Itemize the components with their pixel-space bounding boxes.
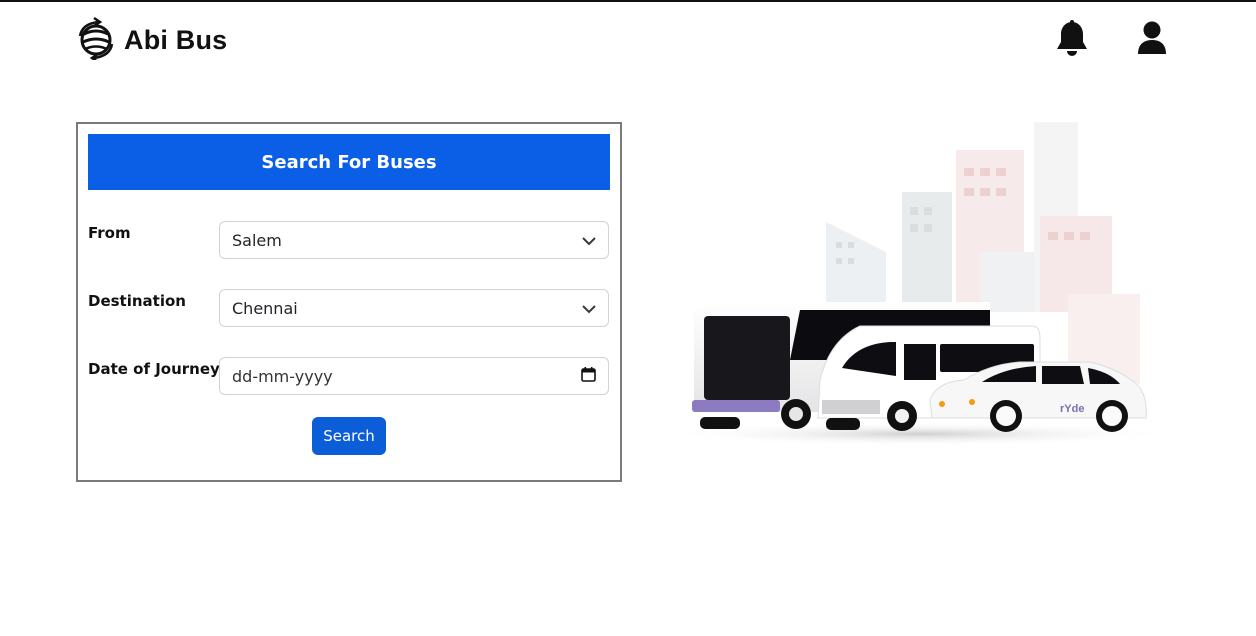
from-label: From (88, 224, 131, 242)
date-input-placeholder: dd-mm-yyyy (232, 366, 333, 386)
from-select-value: Salem (232, 230, 282, 250)
chevron-down-icon (582, 231, 596, 250)
car-brand-label: rYde (1060, 403, 1084, 415)
brand-title: Abi Bus (124, 24, 228, 55)
search-card: Search For Buses From Salem Destination … (76, 122, 622, 482)
calendar-icon[interactable] (581, 366, 596, 386)
bell-icon[interactable] (1055, 20, 1089, 62)
destination-select-value: Chennai (232, 298, 298, 318)
globe-arrows-icon (76, 16, 116, 64)
from-select[interactable]: Salem (219, 221, 609, 259)
destination-label: Destination (88, 292, 186, 310)
search-card-title: Search For Buses (88, 134, 610, 190)
search-button[interactable]: Search (312, 417, 386, 455)
date-label: Date of Journey (88, 360, 220, 378)
hero-vehicles-illustration: rYde (660, 112, 1180, 456)
date-input[interactable]: dd-mm-yyyy (219, 357, 609, 395)
chevron-down-icon (582, 299, 596, 318)
user-icon[interactable] (1136, 20, 1168, 60)
brand[interactable]: Abi Bus (76, 16, 228, 64)
destination-select[interactable]: Chennai (219, 289, 609, 327)
